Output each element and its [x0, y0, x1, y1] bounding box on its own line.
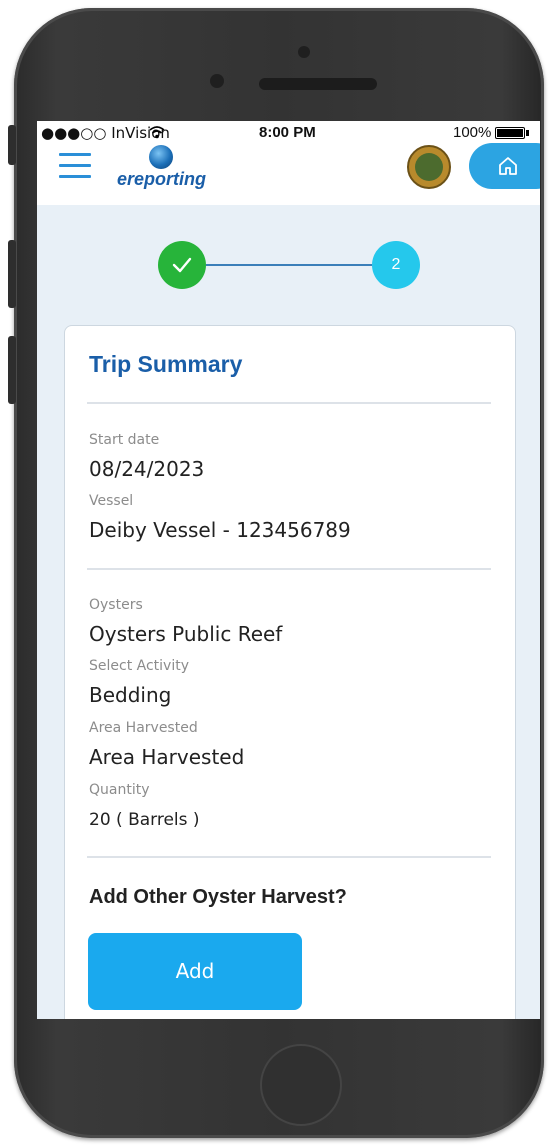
front-camera: [298, 46, 310, 58]
mute-switch[interactable]: [8, 125, 16, 165]
earpiece-speaker: [259, 78, 377, 90]
checkmark-icon: [172, 257, 192, 273]
step-2-current: 2: [372, 241, 420, 289]
start-date-label: Start date: [89, 432, 160, 448]
trip-summary-card: Trip Summary Start date 08/24/2023 Vesse…: [64, 325, 516, 1019]
stepper-connector: [206, 264, 372, 266]
divider: [87, 568, 491, 570]
volume-up-button[interactable]: [8, 240, 16, 308]
area-harvested-label: Area Harvested: [89, 720, 198, 736]
status-bar: ●●●○○ InVision 8:00 PM 100%: [37, 121, 540, 143]
wifi-icon: [149, 125, 165, 143]
battery-icon: [495, 127, 525, 139]
oysters-label: Oysters: [89, 597, 143, 613]
vessel-label: Vessel: [89, 493, 134, 509]
vessel-value: Deiby Vessel - 123456789: [89, 518, 351, 542]
app-logo: ereporting: [117, 169, 207, 189]
agency-seal-icon: [407, 145, 451, 189]
proximity-sensor: [210, 74, 224, 88]
start-date-value: 08/24/2023: [89, 457, 205, 481]
home-button[interactable]: [469, 143, 540, 189]
add-harvest-question: Add Other Oyster Harvest?: [89, 886, 347, 908]
hamburger-icon[interactable]: [59, 153, 91, 181]
divider: [87, 402, 491, 404]
battery-percent: 100%: [453, 124, 492, 141]
activity-value: Bedding: [89, 683, 172, 707]
oysters-value: Oysters Public Reef: [89, 622, 283, 646]
step-1-complete: [158, 241, 206, 289]
add-button[interactable]: Add: [88, 933, 302, 1010]
activity-label: Select Activity: [89, 658, 189, 674]
quantity-label: Quantity: [89, 782, 150, 798]
home-icon: [499, 157, 517, 175]
logo-globe-icon: [149, 145, 173, 169]
card-title: Trip Summary: [89, 351, 243, 377]
app-screen: ●●●○○ InVision 8:00 PM 100% ereporting 2…: [37, 121, 540, 1019]
area-harvested-value: Area Harvested: [89, 745, 245, 769]
quantity-value: 20 ( Barrels ): [89, 810, 200, 830]
battery-tip: [526, 130, 529, 136]
device-home-button[interactable]: [260, 1044, 342, 1126]
divider: [87, 856, 491, 858]
app-header: ereporting: [37, 143, 540, 205]
volume-down-button[interactable]: [8, 336, 16, 404]
status-time: 8:00 PM: [259, 124, 316, 141]
